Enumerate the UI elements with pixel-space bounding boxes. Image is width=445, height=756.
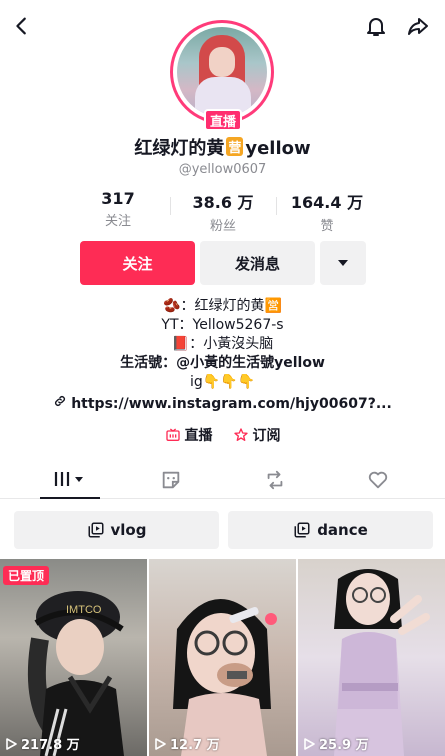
profile-handle: @yellow0607 bbox=[178, 162, 267, 177]
repost-icon bbox=[267, 470, 283, 490]
stat-label: 粉丝 bbox=[209, 219, 236, 234]
bio-line: 📕：小黃沒头脑 bbox=[171, 336, 274, 352]
stat-value: 164.4 万 bbox=[290, 193, 364, 212]
notification-button[interactable] bbox=[360, 10, 392, 42]
thumbnail-image: IMTCO bbox=[27, 591, 124, 756]
svg-text:IMTCO: IMTCO bbox=[66, 604, 102, 616]
profile-name: 红绿灯的黄营 yellow bbox=[0, 134, 445, 160]
link-icon bbox=[55, 396, 66, 406]
thumbnail-image bbox=[173, 599, 277, 756]
view-count: 25.9 万 bbox=[304, 734, 369, 753]
subscribe-link[interactable]: 订阅 bbox=[233, 424, 281, 446]
view-count-text: 217.8 万 bbox=[21, 738, 80, 753]
pinned-badge: 已置顶 bbox=[3, 566, 50, 585]
stat-value: 317 bbox=[101, 189, 135, 208]
caret-down-icon bbox=[338, 260, 348, 266]
tab-reposts[interactable] bbox=[245, 461, 305, 499]
play-icon bbox=[304, 737, 315, 750]
profile-link[interactable]: https://www.instagram.com/hjy00607?... bbox=[0, 394, 445, 412]
playlist-icon bbox=[294, 522, 310, 538]
action-buttons: 关注 发消息 bbox=[0, 241, 445, 285]
thumbnail-image bbox=[334, 569, 430, 756]
sticker-icon bbox=[162, 471, 180, 489]
stat-followers[interactable]: 38.6 万 粉丝 bbox=[168, 189, 278, 234]
stat-label: 赞 bbox=[320, 219, 334, 234]
more-dropdown-button[interactable] bbox=[320, 241, 366, 285]
video-thumbnail[interactable]: IMTCO 已置顶 217.8 万 bbox=[0, 559, 147, 756]
stat-likes[interactable]: 164.4 万 赞 bbox=[272, 189, 382, 234]
bio-line[interactable]: 生活號：@小黃的生活號yellow bbox=[0, 354, 445, 373]
play-icon bbox=[155, 737, 166, 750]
heart-icon bbox=[368, 471, 388, 489]
playlists: vlog dance bbox=[0, 511, 445, 549]
bio-line: 🫘：红绿灯的黄🈺 bbox=[163, 298, 282, 314]
stat-value: 38.6 万 bbox=[192, 193, 254, 212]
name-badge: 营 bbox=[226, 137, 244, 156]
view-count: 217.8 万 bbox=[6, 734, 80, 753]
chevron-left-icon bbox=[16, 17, 26, 35]
live-link-label: 直播 bbox=[184, 428, 213, 444]
stat-following[interactable]: 317 关注 bbox=[63, 189, 173, 229]
bio-line: YT：Yellow5267-s bbox=[161, 317, 284, 333]
playlist-label: dance bbox=[317, 521, 368, 539]
playlist-icon bbox=[88, 522, 104, 538]
tab-likes[interactable] bbox=[348, 461, 408, 499]
playlist-vlog[interactable]: vlog bbox=[14, 511, 219, 549]
back-button[interactable] bbox=[6, 10, 38, 42]
live-link[interactable]: 直播 bbox=[165, 424, 213, 446]
link-url: https://www.instagram.com/hjy00607?... bbox=[71, 396, 392, 412]
playlist-label: vlog bbox=[110, 521, 147, 539]
play-icon bbox=[6, 737, 17, 750]
video-thumbnail[interactable]: 12.7 万 bbox=[149, 559, 296, 756]
follow-button[interactable]: 关注 bbox=[80, 241, 195, 285]
view-count-text: 12.7 万 bbox=[170, 738, 220, 753]
tv-live-icon bbox=[165, 428, 180, 441]
sub-links: 直播 订阅 bbox=[0, 424, 445, 446]
bio-line: ig👇👇👇 bbox=[189, 374, 256, 390]
message-button[interactable]: 发消息 bbox=[200, 241, 315, 285]
profile-name-suffix: yellow bbox=[245, 138, 311, 159]
stats-row: 317 关注 38.6 万 粉丝 164.4 万 赞 bbox=[0, 189, 445, 234]
bell-icon bbox=[367, 18, 385, 36]
tab-stickers[interactable] bbox=[141, 461, 201, 499]
live-badge[interactable]: 直播 bbox=[204, 109, 242, 131]
playlist-dance[interactable]: dance bbox=[228, 511, 433, 549]
video-thumbnail[interactable]: 25.9 万 bbox=[298, 559, 445, 756]
profile-name-prefix: 红绿灯的黄 bbox=[134, 138, 225, 159]
profile-tabs bbox=[0, 461, 445, 499]
avatar bbox=[177, 27, 267, 117]
subscribe-link-label: 订阅 bbox=[252, 428, 281, 444]
tab-videos[interactable] bbox=[40, 461, 100, 499]
stat-label: 关注 bbox=[104, 214, 131, 229]
share-button[interactable] bbox=[402, 10, 434, 42]
star-subscribe-icon bbox=[233, 428, 248, 441]
grid-icon bbox=[54, 472, 83, 486]
view-count-text: 25.9 万 bbox=[319, 738, 369, 753]
share-arrow-icon bbox=[408, 18, 428, 35]
bio: 🫘：红绿灯的黄🈺 YT：Yellow5267-s 📕：小黃沒头脑 生活號：@小黃… bbox=[0, 297, 445, 392]
video-grid: IMTCO 已置顶 217.8 万 12.7 万 25.9 万 bbox=[0, 559, 445, 756]
view-count: 12.7 万 bbox=[155, 734, 220, 753]
